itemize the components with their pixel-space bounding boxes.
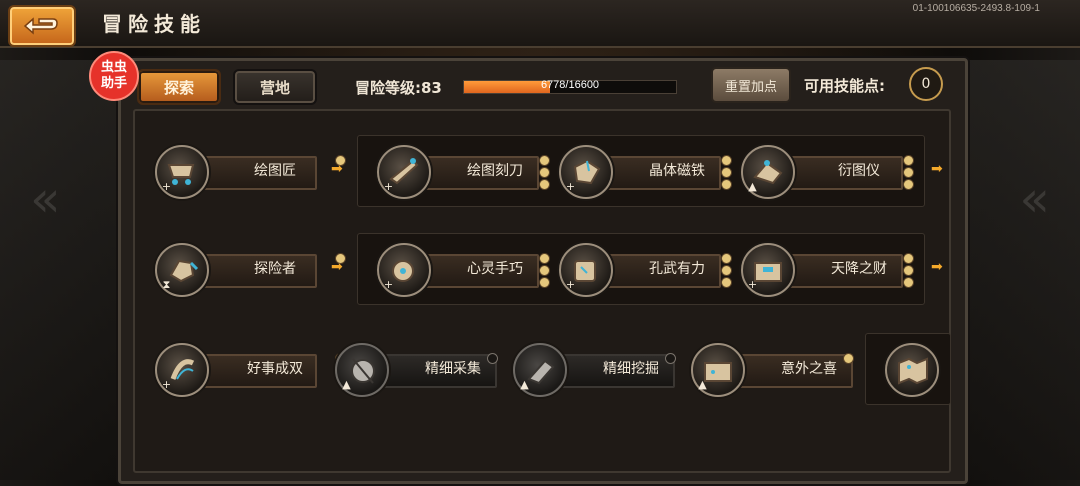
chest-icon: + [741,243,795,297]
plus-icon: + [565,278,576,291]
cart-icon: + [155,145,209,199]
skill-tree: 绘图匠 + ➡ 绘图刻刀 + 晶体磁铁 + 衍图仪 ▲ ➡ 探险者 ⧗ ➡ 心灵… [133,109,951,473]
plus-icon: + [565,180,576,193]
skill-map-projector[interactable]: 衍图仪 ▲ [741,143,914,199]
skill-level-dots [665,353,676,365]
map-icon [885,343,939,397]
skill-points-label: 可用技能点: [804,77,885,95]
left-chevron-icon: « [30,170,61,228]
build-id: 01-100106635-2493.8-109-1 [912,3,1040,14]
xp-text: 6778/16600 [540,79,600,91]
arrow-right-icon: ➡ [331,259,343,275]
level-label-text: 冒险等级: [355,79,421,97]
skill-level-dots [903,155,914,191]
arrow-right-icon: ➡ [931,259,943,275]
back-arrow-icon [23,17,58,35]
reset-points-button[interactable]: 重置加点 [711,67,791,103]
tab-explore[interactable]: 探索 [137,69,221,105]
helper-badge[interactable]: 虫虫 助手 [89,51,139,101]
feather-icon: + [377,145,431,199]
skill-crystal-magnet[interactable]: 晶体磁铁 + [559,143,732,199]
skill-level-dots [843,353,854,365]
net-icon: ▲ [335,343,389,397]
skill-level-dots [487,353,498,365]
xp-bar: 6778/16600 [463,79,677,94]
dice-icon: + [155,343,209,397]
up-icon: ▲ [748,180,757,193]
skill-pleasant-surprise[interactable]: 意外之喜 ▲ [691,341,861,397]
gift-icon: ▲ [691,343,745,397]
skill-name: 好事成双 [247,361,303,377]
skill-dexterity[interactable]: 心灵手巧 + [377,241,550,297]
top-bar: 冒险技能 01-100106635-2493.8-109-1 [0,0,1080,48]
pick-icon: ▲ [513,343,567,397]
back-button[interactable] [8,5,76,47]
skill-level-dots [539,155,550,191]
skill-panel: 探索 营地 冒险等级:83 6778/16600 重置加点 可用技能点: 0 绘… [118,58,968,484]
tab-camp[interactable]: 营地 [233,69,317,105]
skill-drawing-knife[interactable]: 绘图刻刀 + [377,143,550,199]
up-icon: ▲ [698,378,707,391]
level-value: 83 [421,79,442,97]
skill-level-dots [539,253,550,289]
skill-level-dots [903,253,914,289]
hand-icon: ⧗ [155,243,209,297]
skill-windfall[interactable]: 天降之财 + [741,241,914,297]
arrow-right-icon: ➡ [931,161,943,177]
page-title: 冒险技能 [102,12,206,36]
plus-icon: + [747,278,758,291]
arrow-right-icon: ➡ [331,161,343,177]
skill-next[interactable] [885,341,949,397]
plus-icon: + [161,378,172,391]
skill-cartographer[interactable]: 绘图匠 + [155,143,346,199]
hourglass-icon: ⧗ [162,278,171,291]
right-wall-panel [960,60,1080,480]
compass-icon: ▲ [741,145,795,199]
skill-fine-gathering[interactable]: 精细采集 ▲ [335,341,505,397]
skill-name: 探险者 [254,261,296,277]
up-icon: ▲ [520,378,529,391]
skill-fine-digging[interactable]: 精细挖掘 ▲ [513,341,683,397]
right-chevron-icon: « [1019,170,1050,228]
up-icon: ▲ [342,378,351,391]
gem-icon: + [559,145,613,199]
plus-icon: + [161,180,172,193]
skill-explorer[interactable]: 探险者 ⧗ [155,241,346,297]
skill-level-dots [721,253,732,289]
gear-icon: + [377,243,431,297]
skill-double-luck[interactable]: 好事成双 + [155,341,346,397]
skill-points-value: 0 [909,67,943,101]
plus-icon: + [383,278,394,291]
skill-level-dots [721,155,732,191]
plus-icon: + [383,180,394,193]
skill-name: 绘图匠 [254,163,296,179]
fist-icon: + [559,243,613,297]
skill-strength[interactable]: 孔武有力 + [559,241,732,297]
level-label: 冒险等级:83 [355,77,442,98]
left-wall-panel [0,60,120,480]
